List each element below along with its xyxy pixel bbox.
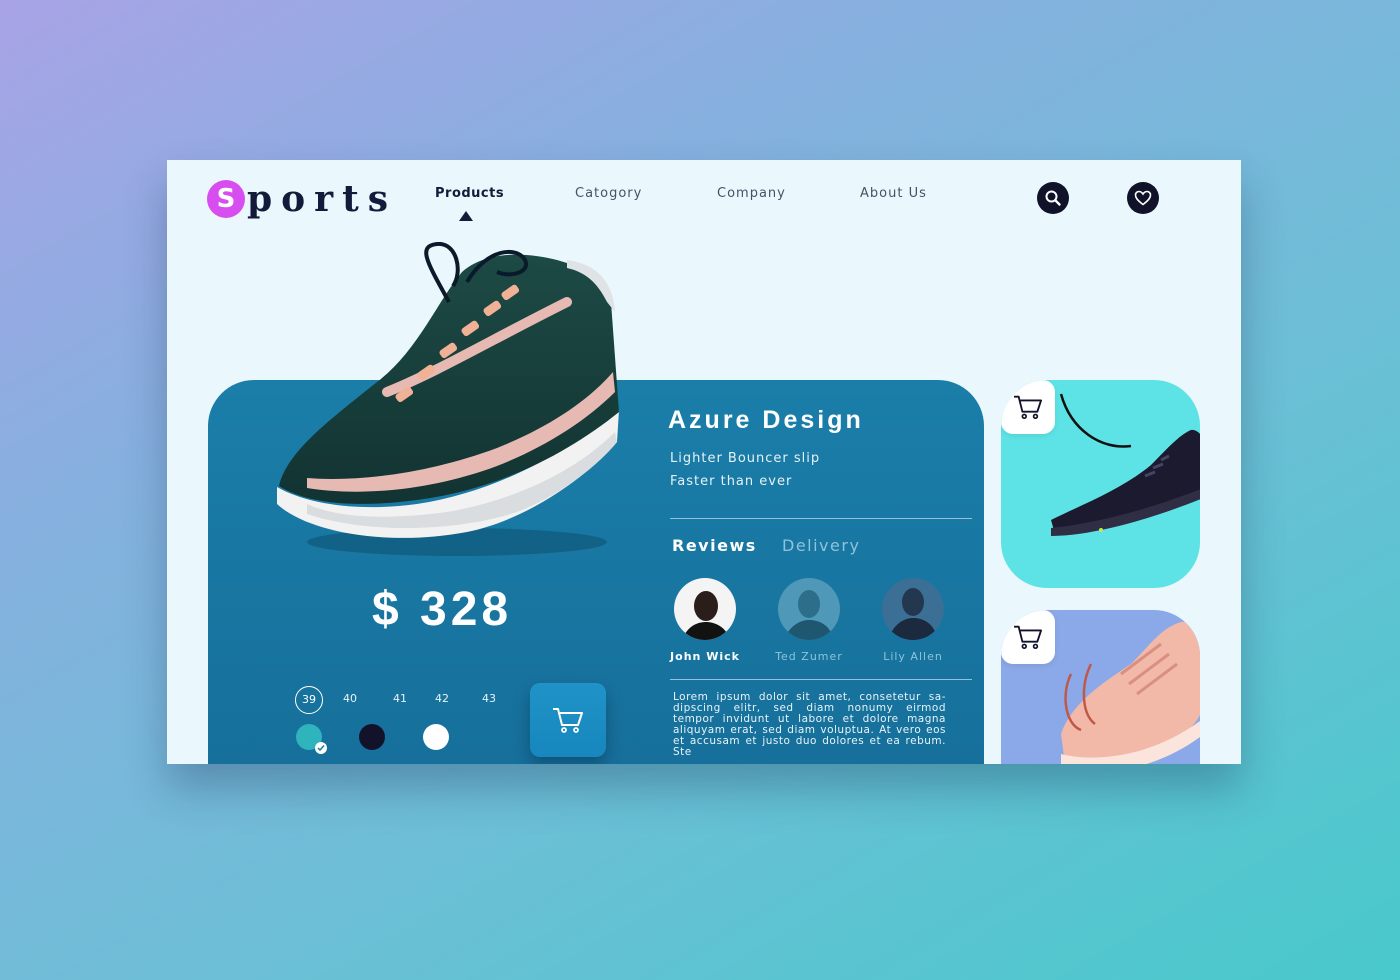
heart-icon (1134, 190, 1152, 206)
app-window: Sports Products Catogory Company About U… (167, 160, 1241, 764)
divider (670, 679, 972, 680)
active-nav-indicator (459, 211, 473, 221)
tab-reviews[interactable]: Reviews (672, 536, 757, 555)
color-swatch-navy[interactable] (359, 724, 385, 750)
avatar (778, 578, 840, 640)
reviewer-john-wick[interactable]: John Wick (660, 578, 750, 663)
divider (670, 518, 972, 519)
nav-item-about-us[interactable]: About Us (860, 186, 927, 201)
size-option-41[interactable]: 41 (387, 686, 413, 712)
review-text: Lorem ipsum dolor sit amet, consetetur s… (673, 691, 946, 758)
pink-sneaker-image (1061, 621, 1200, 764)
search-button[interactable] (1037, 182, 1069, 214)
tab-delivery[interactable]: Delivery (782, 536, 860, 555)
add-to-cart-button[interactable] (530, 683, 606, 757)
color-swatch-teal[interactable] (296, 724, 327, 754)
product-card-pink-sneaker[interactable] (1001, 610, 1200, 764)
nav-item-company[interactable]: Company (717, 186, 786, 201)
logo-text: ports (247, 178, 398, 220)
reviewer-lily-allen[interactable]: Lily Allen (868, 578, 958, 663)
black-sneaker-image (1051, 393, 1200, 536)
product-title: Azure Design (668, 406, 864, 434)
logo-initial: S (207, 180, 245, 218)
color-swatch-white[interactable] (423, 724, 449, 750)
product-card-black-sneaker[interactable] (1001, 380, 1200, 588)
reviewer-name: Lily Allen (883, 650, 943, 663)
nav-item-products[interactable]: Products (435, 186, 504, 201)
reviewer-ted-zumer[interactable]: Ted Zumer (764, 578, 854, 663)
favorites-button[interactable] (1127, 182, 1159, 214)
size-option-42[interactable]: 42 (429, 686, 455, 712)
brand-logo[interactable]: Sports (207, 174, 398, 220)
selected-check-icon (315, 742, 327, 754)
featured-shoe-image (277, 242, 619, 556)
add-to-cart-button[interactable] (1001, 610, 1055, 664)
avatar (674, 578, 736, 640)
search-icon (1045, 190, 1061, 206)
cart-icon (553, 708, 583, 733)
product-price: $ 328 (372, 583, 513, 636)
product-subtitle-2: Faster than ever (670, 474, 793, 489)
add-to-cart-button[interactable] (1001, 380, 1055, 434)
product-subtitle-1: Lighter Bouncer slip (670, 451, 821, 466)
size-option-43[interactable]: 43 (476, 686, 502, 712)
reviewer-name: Ted Zumer (775, 650, 843, 663)
cart-icon (1014, 625, 1042, 650)
avatar (882, 578, 944, 640)
size-option-39[interactable]: 39 (295, 686, 323, 714)
size-option-40[interactable]: 40 (337, 686, 363, 712)
cart-icon (1014, 395, 1042, 420)
reviewer-name: John Wick (670, 650, 740, 663)
nav-item-category[interactable]: Catogory (575, 186, 642, 201)
